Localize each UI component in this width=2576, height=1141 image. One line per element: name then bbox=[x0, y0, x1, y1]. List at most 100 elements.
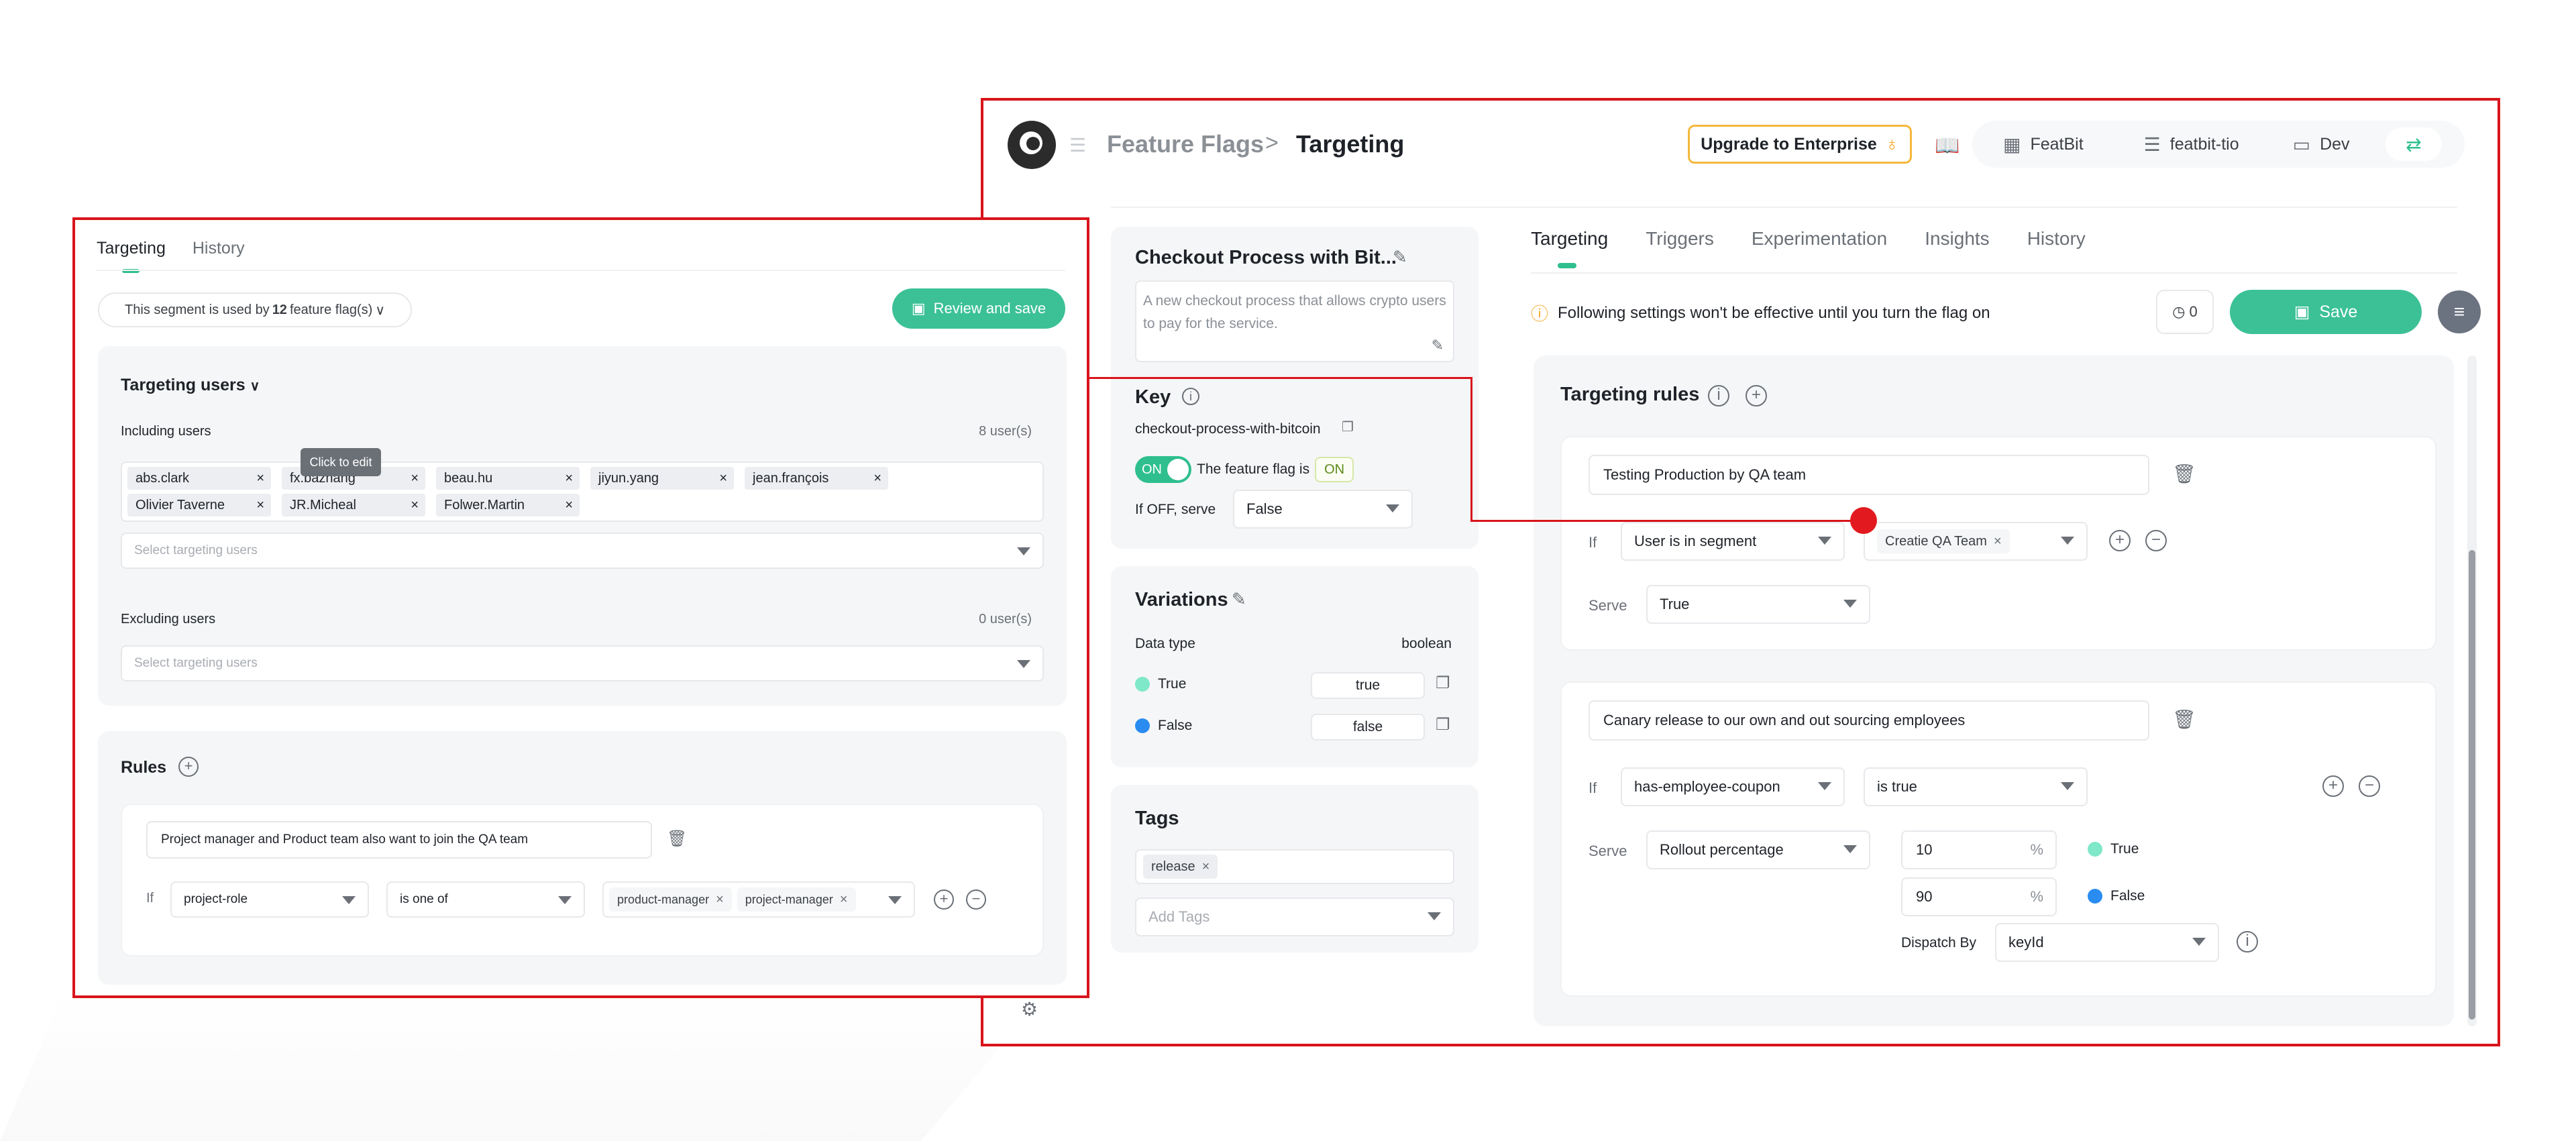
delete-rule-icon[interactable]: 🗑 bbox=[2172, 708, 2196, 730]
switch-env-icon[interactable]: ⇄ bbox=[2385, 127, 2442, 161]
property-select[interactable]: has-employee-coupon bbox=[1621, 767, 1845, 806]
remove-tag-icon[interactable]: × bbox=[1202, 859, 1210, 875]
remove-value-icon[interactable]: × bbox=[716, 892, 724, 908]
rule-values-select[interactable]: product-manager × project-manager × bbox=[602, 881, 915, 918]
save-button[interactable]: ▣ Save bbox=[2230, 290, 2422, 334]
edit-name-icon[interactable]: ✎ bbox=[1393, 247, 1407, 268]
remove-user-icon[interactable]: × bbox=[411, 498, 419, 513]
rule-operator-select[interactable]: is one of bbox=[386, 881, 585, 918]
tab-targeting[interactable]: Targeting bbox=[1531, 228, 1608, 268]
tab-history[interactable]: History bbox=[2027, 228, 2086, 250]
remove-condition-icon[interactable]: − bbox=[966, 889, 986, 910]
delete-rule-icon[interactable]: 🗑 bbox=[2172, 463, 2196, 485]
history-button[interactable]: ◷ 0 bbox=[2156, 290, 2214, 334]
include-users-select[interactable]: Select targeting users bbox=[121, 533, 1044, 569]
remove-user-icon[interactable]: × bbox=[256, 471, 264, 486]
docs-icon[interactable]: 📖 bbox=[1935, 134, 1960, 158]
info-icon[interactable]: i bbox=[2237, 931, 2258, 953]
tag-release[interactable]: release × bbox=[1143, 855, 1218, 879]
status-text: The feature flag is bbox=[1197, 461, 1310, 477]
rule-value-tag[interactable]: product-manager × bbox=[609, 887, 732, 912]
rule-name-input[interactable]: Canary release to our own and out sourci… bbox=[1589, 700, 2149, 741]
user-tag[interactable]: Olivier Taverne × bbox=[127, 494, 271, 517]
remove-segment-icon[interactable]: × bbox=[1994, 534, 2002, 549]
rule-name-input[interactable]: Testing Production by QA team bbox=[1589, 455, 2149, 495]
segment-select[interactable]: Creatie QA Team × bbox=[1864, 522, 2088, 561]
flag-toggle[interactable]: ON bbox=[1135, 456, 1191, 483]
upgrade-label: Upgrade to Enterprise bbox=[1701, 134, 1877, 154]
used-by-prefix: This segment is used by bbox=[125, 302, 270, 317]
variation-true-value[interactable]: true bbox=[1311, 672, 1425, 699]
tab-triggers[interactable]: Triggers bbox=[1646, 228, 1714, 250]
variation-false-value[interactable]: false bbox=[1311, 714, 1425, 741]
segment-tab-targeting[interactable]: Targeting bbox=[97, 239, 166, 273]
add-condition-icon[interactable]: + bbox=[2322, 775, 2344, 797]
user-name: jiyun.yang bbox=[598, 470, 659, 486]
tags-input[interactable]: release × bbox=[1135, 849, 1454, 884]
segment-tag[interactable]: Creatie QA Team × bbox=[1877, 529, 2010, 553]
remove-value-icon[interactable]: × bbox=[840, 892, 848, 908]
add-tags-select[interactable]: Add Tags bbox=[1135, 898, 1454, 936]
user-tag[interactable]: beau.hu × bbox=[436, 467, 580, 490]
more-menu-icon[interactable]: ≡ bbox=[2438, 290, 2481, 333]
included-users-box[interactable]: abs.clark × fx.bazhang × beau.hu × jiyun.ya… bbox=[121, 461, 1044, 522]
exclude-users-select[interactable]: Select targeting users bbox=[121, 645, 1044, 682]
delete-rule-icon[interactable]: 🗑 bbox=[667, 829, 687, 849]
serve-select[interactable]: True bbox=[1646, 585, 1870, 624]
remove-condition-icon[interactable]: − bbox=[2359, 775, 2380, 797]
scrollbar[interactable] bbox=[2467, 356, 2477, 1026]
remove-user-icon[interactable]: × bbox=[411, 471, 419, 486]
user-tag[interactable]: jiyun.yang × bbox=[590, 467, 734, 490]
rule-value-tag[interactable]: project-manager × bbox=[737, 887, 856, 912]
user-tag[interactable]: JR.Micheal × bbox=[282, 494, 425, 517]
remove-user-icon[interactable]: × bbox=[873, 471, 881, 486]
dispatch-select[interactable]: keyId bbox=[1995, 923, 2219, 962]
edit-description-icon[interactable]: ✎ bbox=[1432, 334, 1444, 357]
user-tag[interactable]: abs.clark × bbox=[127, 467, 271, 490]
remove-user-icon[interactable]: × bbox=[565, 471, 573, 486]
review-and-save-button[interactable]: ▣ Review and save bbox=[892, 288, 1065, 329]
serve-select[interactable]: Rollout percentage bbox=[1646, 830, 1870, 869]
operator-select[interactable]: is true bbox=[1864, 767, 2088, 806]
menu-collapse-icon[interactable]: ☰ bbox=[1069, 136, 1092, 155]
add-condition-icon[interactable]: + bbox=[934, 889, 954, 910]
project-selector[interactable]: ☰ featbit-tio bbox=[2144, 133, 2239, 156]
add-condition-icon[interactable]: + bbox=[2109, 530, 2131, 551]
edit-variations-icon[interactable]: ✎ bbox=[1232, 589, 1246, 610]
flag-description[interactable]: A new checkout process that allows crypt… bbox=[1135, 280, 1454, 362]
settings-icon[interactable]: ⚙ bbox=[1021, 998, 1038, 1020]
rollout-false-input[interactable]: 90% bbox=[1901, 877, 2057, 916]
add-rule-icon[interactable]: + bbox=[178, 757, 199, 777]
info-icon[interactable]: i bbox=[1708, 385, 1729, 406]
copy-key-icon[interactable]: ❐ bbox=[1342, 419, 1354, 435]
off-serve-select[interactable]: False bbox=[1233, 490, 1413, 529]
scrollbar-thumb[interactable] bbox=[2469, 550, 2475, 1020]
remove-condition-icon[interactable]: − bbox=[2145, 530, 2167, 551]
tab-insights[interactable]: Insights bbox=[1925, 228, 1990, 250]
page-background bbox=[0, 993, 1046, 1141]
info-icon[interactable]: i bbox=[1182, 388, 1199, 405]
env-selector[interactable]: ▭ Dev bbox=[2293, 133, 2350, 156]
segment-rule-name[interactable]: Project manager and Product team also wa… bbox=[146, 821, 652, 859]
user-tag[interactable]: jean.françois × bbox=[745, 467, 888, 490]
remove-user-icon[interactable]: × bbox=[719, 471, 727, 486]
segment-tab-history[interactable]: History bbox=[193, 239, 245, 258]
copy-true-icon[interactable]: ❐ bbox=[1436, 673, 1450, 693]
remove-user-icon[interactable]: × bbox=[565, 498, 573, 513]
upgrade-button[interactable]: Upgrade to Enterprise ♁ bbox=[1688, 125, 1912, 164]
breadcrumb-feature-flags[interactable]: Feature Flags bbox=[1107, 130, 1264, 158]
user-tag[interactable]: Folwer.Martin × bbox=[436, 494, 580, 517]
add-rule-icon[interactable]: + bbox=[1746, 385, 1767, 406]
segment-usage-badge[interactable]: This segment is used by 12 feature flag(… bbox=[98, 292, 412, 327]
add-tags-placeholder: Add Tags bbox=[1148, 908, 1210, 925]
remove-user-icon[interactable]: × bbox=[256, 498, 264, 513]
condition-select[interactable]: User is in segment bbox=[1621, 522, 1845, 561]
org-selector[interactable]: ▦ FeatBit bbox=[2003, 133, 2084, 156]
targeting-users-title[interactable]: Targeting users ∨ bbox=[121, 376, 260, 395]
variations-card: Variations ✎ Data type boolean True true… bbox=[1111, 566, 1479, 767]
rule-property-select[interactable]: project-role bbox=[170, 881, 369, 918]
tab-experimentation[interactable]: Experimentation bbox=[1752, 228, 1887, 250]
rollout-true-input[interactable]: 10% bbox=[1901, 830, 2057, 869]
copy-false-icon[interactable]: ❐ bbox=[1436, 715, 1450, 735]
featbit-logo[interactable] bbox=[1008, 121, 1056, 169]
